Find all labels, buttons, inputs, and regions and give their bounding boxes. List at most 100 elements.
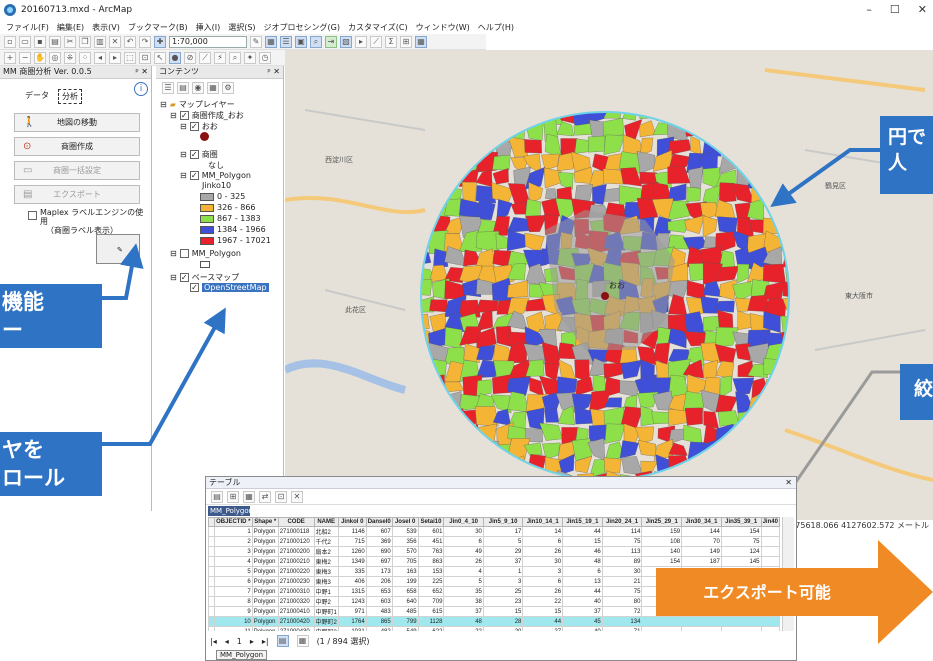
table-cell[interactable]: 22: [443, 626, 484, 631]
table-cell[interactable]: Polygon: [251, 586, 279, 597]
col-jin30-34[interactable]: Jin30_34_1: [681, 517, 722, 527]
table-cell[interactable]: 271000410: [277, 606, 315, 617]
table-cell[interactable]: 709: [417, 596, 445, 607]
table-cell[interactable]: 37: [562, 606, 603, 617]
table-cell[interactable]: 4: [443, 566, 484, 577]
table-cell[interactable]: 199: [391, 576, 419, 587]
select-by-attributes-icon[interactable]: ▦: [243, 490, 255, 503]
table-cell[interactable]: 15: [562, 536, 603, 547]
polygon-checkbox[interactable]: [189, 171, 199, 180]
save-icon[interactable]: ▪: [34, 35, 46, 48]
table-cell[interactable]: 271000210: [277, 556, 315, 567]
toc-group-circle[interactable]: ⊟商圏作成_おお: [170, 110, 244, 121]
table-cell[interactable]: 8: [213, 596, 253, 607]
osm-checkbox[interactable]: [190, 283, 199, 292]
list-by-selection-icon[interactable]: ▦: [207, 82, 219, 94]
table-cell[interactable]: 2: [213, 536, 253, 547]
info-icon[interactable]: i: [134, 82, 148, 96]
table-cell[interactable]: 中野2: [313, 596, 339, 607]
table-cell[interactable]: 271000220: [277, 566, 315, 577]
table-cell[interactable]: Polygon: [251, 606, 279, 617]
table-cell[interactable]: 89: [601, 556, 643, 567]
select-features-icon[interactable]: ⬚: [124, 51, 136, 64]
table-cell[interactable]: Polygon: [251, 526, 279, 537]
delete-selected-icon[interactable]: ✕: [291, 490, 303, 503]
toc-controls[interactable]: ᵖ ✕: [267, 66, 280, 78]
table-cell[interactable]: 271000420: [277, 616, 315, 627]
table-cell[interactable]: 697: [365, 556, 393, 567]
clear-selection-icon[interactable]: ⊡: [139, 51, 151, 64]
table-cell[interactable]: 7: [213, 586, 253, 597]
menu-bookmark[interactable]: ブックマーク(B): [128, 22, 188, 33]
table-cell[interactable]: 中野町1: [313, 606, 339, 617]
table-cell[interactable]: 13: [562, 576, 603, 587]
table-cell[interactable]: 1260: [337, 546, 367, 557]
toc-polygon-layer-2[interactable]: ⊟ MM_Polygon: [170, 249, 241, 258]
bottom-layer-tab[interactable]: MM_Polygon: [216, 650, 268, 660]
show-selected-records-icon[interactable]: ▦: [296, 635, 309, 647]
add-data-icon[interactable]: ✚: [154, 35, 166, 48]
col-jin15-19[interactable]: Jin15_19_1: [562, 517, 603, 527]
table-cell[interactable]: 865: [365, 616, 393, 627]
table-cell[interactable]: 640: [391, 596, 419, 607]
options-icon[interactable]: ⚙: [222, 82, 234, 94]
table-cell[interactable]: 763: [417, 546, 445, 557]
menu-file[interactable]: ファイル(F): [6, 22, 49, 33]
zoom-in-icon[interactable]: +: [4, 51, 16, 64]
table-cell[interactable]: 44: [522, 616, 564, 627]
table-cell[interactable]: 26: [522, 546, 564, 557]
export-button[interactable]: ▤ エクスポート: [14, 185, 140, 204]
table-cell[interactable]: 44: [562, 526, 603, 537]
table-cell[interactable]: Polygon: [251, 576, 279, 587]
menu-geoprocessing[interactable]: ジオプロセシング(G): [264, 22, 340, 33]
col-jin20-24[interactable]: Jin20_24_1: [601, 517, 643, 527]
record-position[interactable]: 1: [237, 637, 242, 646]
table-cell[interactable]: 75: [601, 586, 643, 597]
maximize-button[interactable]: ☐: [890, 3, 900, 16]
table-cell[interactable]: 652: [417, 586, 445, 597]
cut-icon[interactable]: ✂: [64, 35, 76, 48]
table-cell[interactable]: 28: [482, 616, 524, 627]
table-cell[interactable]: 144: [681, 526, 722, 537]
pointer-icon[interactable]: ↖: [154, 51, 166, 64]
prev-record-icon[interactable]: ◂: [225, 637, 229, 646]
minimize-button[interactable]: –: [866, 3, 872, 16]
layer-tab[interactable]: MM_Polygon: [208, 506, 253, 516]
tab-analysis[interactable]: 分析: [58, 89, 82, 104]
table-cell[interactable]: 6: [522, 576, 564, 587]
table-cell[interactable]: 356: [391, 536, 419, 547]
table-cell[interactable]: 37: [482, 556, 524, 567]
table-cell[interactable]: 601: [417, 526, 445, 537]
related-tables-icon[interactable]: ⊞: [227, 490, 239, 503]
table-cell[interactable]: 10: [213, 616, 253, 627]
table-cell[interactable]: 863: [417, 556, 445, 567]
table-cell[interactable]: 29: [482, 546, 524, 557]
table-cell[interactable]: 1315: [337, 586, 367, 597]
table-cell[interactable]: 25: [482, 586, 524, 597]
surface-checkbox[interactable]: [189, 150, 199, 159]
pan-icon[interactable]: ✋: [34, 51, 46, 64]
menu-view[interactable]: 表示(V): [92, 22, 120, 33]
batch-setting-button[interactable]: ▭ 商圏一括設定: [14, 161, 140, 180]
col-josei[interactable]: Josel 0: [391, 517, 419, 527]
table-cell[interactable]: 690: [365, 546, 393, 557]
last-record-icon[interactable]: ▸|: [262, 637, 269, 646]
table-cell[interactable]: Polygon: [251, 616, 279, 627]
col-jin35-39[interactable]: Jin35_39_1: [720, 517, 762, 527]
point-checkbox[interactable]: [189, 122, 199, 131]
table-cell[interactable]: 21: [601, 576, 643, 587]
table-cell[interactable]: 6: [522, 536, 564, 547]
col-objectid[interactable]: OBJECTID *: [213, 517, 253, 527]
table-cell[interactable]: 48: [443, 616, 484, 627]
table-cell[interactable]: 48: [562, 556, 603, 567]
table-cell[interactable]: 539: [391, 526, 419, 537]
table-options-icon[interactable]: ▤: [211, 490, 223, 503]
table-cell[interactable]: 615: [417, 606, 445, 617]
toc-point-layer[interactable]: ⊟おお: [180, 121, 218, 132]
close-button[interactable]: ✕: [918, 3, 927, 16]
table-cell[interactable]: 5: [443, 576, 484, 587]
table-cell[interactable]: 44: [562, 586, 603, 597]
toc-osm-layer[interactable]: OpenStreetMap: [190, 283, 269, 292]
menu-customize[interactable]: カスタマイズ(C): [348, 22, 408, 33]
col-dansei[interactable]: Dansel0: [365, 517, 393, 527]
